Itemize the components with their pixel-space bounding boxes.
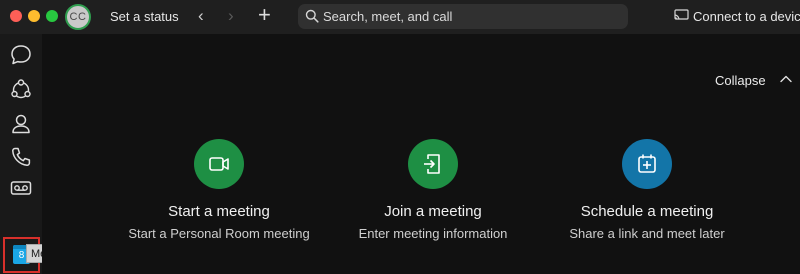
window-close-button[interactable] (10, 10, 22, 22)
sidebar-item-calling[interactable] (8, 144, 34, 170)
join-meeting-button[interactable] (408, 139, 458, 189)
search-icon (305, 9, 319, 23)
collapse-button[interactable]: Collapse (715, 73, 766, 88)
start-meeting-button[interactable] (194, 139, 244, 189)
meetings-badge-number: 8 (18, 250, 25, 261)
connect-label: Connect to a device (693, 9, 800, 24)
sidebar: 8 (0, 34, 42, 274)
schedule-meeting-title: Schedule a meeting (580, 203, 714, 220)
schedule-meeting-button[interactable] (622, 139, 672, 189)
forward-arrow-icon[interactable]: › (228, 7, 234, 25)
chat-bubble-icon (11, 45, 31, 65)
cast-screen-icon (674, 9, 689, 20)
schedule-meeting-card[interactable]: Schedule a meeting Share a link and meet… (537, 139, 757, 241)
join-meeting-title: Join a meeting (384, 203, 482, 220)
sidebar-item-messaging[interactable] (8, 42, 34, 68)
person-icon (12, 114, 30, 134)
phone-icon (12, 147, 31, 166)
search-input[interactable]: Search, meet, and call (298, 4, 628, 29)
sidebar-item-contacts[interactable] (8, 111, 34, 137)
avatar[interactable]: CC (65, 4, 91, 30)
chevron-up-icon[interactable] (779, 72, 793, 86)
window-maximize-button[interactable] (46, 10, 58, 22)
sidebar-item-teams[interactable] (8, 77, 34, 103)
join-door-icon (424, 154, 440, 174)
title-bar: CC Set a status ‹ › + Search, meet, and … (0, 0, 800, 34)
start-meeting-title: Start a meeting (168, 203, 270, 220)
teams-icon (11, 79, 31, 99)
sidebar-item-voicemail[interactable] (8, 175, 34, 201)
window-minimize-button[interactable] (28, 10, 40, 22)
calendar-add-icon (638, 154, 656, 173)
search-placeholder: Search, meet, and call (323, 9, 453, 24)
join-meeting-card[interactable]: Join a meeting Enter meeting information (323, 139, 543, 241)
video-camera-icon (209, 157, 229, 171)
start-meeting-subtitle: Start a Personal Room meeting (128, 226, 310, 241)
plus-icon[interactable]: + (258, 3, 271, 27)
join-meeting-subtitle: Enter meeting information (358, 226, 508, 241)
start-meeting-card[interactable]: Start a meeting Start a Personal Room me… (109, 139, 329, 241)
voicemail-icon (10, 181, 32, 195)
set-status-button[interactable]: Set a status (110, 9, 179, 24)
schedule-meeting-subtitle: Share a link and meet later (569, 226, 725, 241)
back-arrow-icon[interactable]: ‹ (198, 7, 204, 25)
